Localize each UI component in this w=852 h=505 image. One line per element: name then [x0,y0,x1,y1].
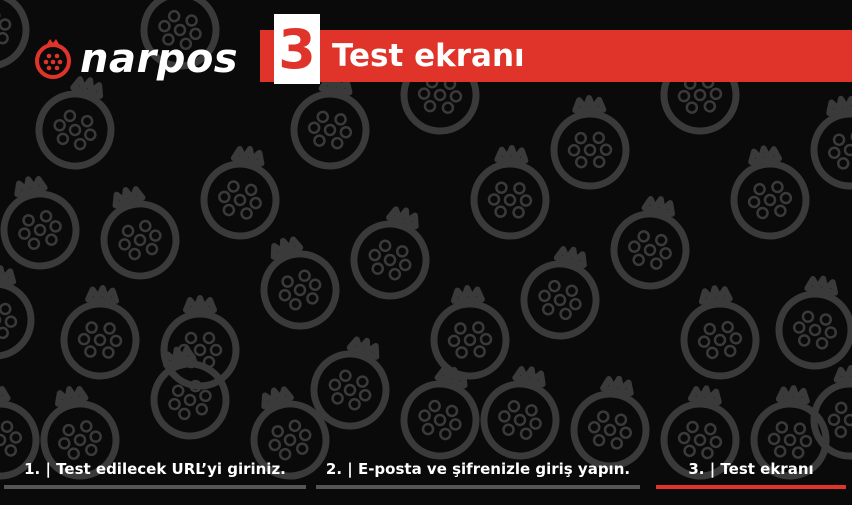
pomegranate-icon [810,95,852,190]
brand-name: narpos [80,36,239,82]
pomegranate-icon [775,275,852,370]
pomegranate-icon [160,295,240,390]
pomegranate-icon [470,145,550,240]
step-3-label: 3. | Test ekranı [688,460,814,478]
pomegranate-icon [150,346,230,440]
pomegranate-icon [610,196,690,290]
pomegranate-icon [480,366,560,460]
pomegranate-icon [100,186,180,280]
pomegranate-icon [0,176,80,270]
pomegranate-icon [35,39,71,79]
pomegranate-icon [730,145,810,240]
pomegranate-icon [350,206,430,300]
step-2-label: 2. | E-posta ve şifrenizle giriş yapın. [325,460,631,478]
pomegranate-icon [60,285,140,380]
page-title: Test ekranı [332,38,525,74]
pomegranate-icon [0,265,35,360]
step-2-indicator[interactable]: 2. | E-posta ve şifrenizle giriş yapın. [316,458,640,494]
narpos-logo: narpos [34,38,238,80]
pomegranate-icon [810,365,852,460]
pomegranate-icon [200,145,280,240]
pomegranate-icon [430,285,510,380]
pomegranate-icon [570,375,650,470]
step-1-label: 1. | Test edilecek URL’yi giriniz. [24,460,286,478]
pomegranate-icon [0,0,30,70]
step-3-bar [656,485,846,489]
step-2-bar [316,485,640,489]
pomegranate-icon [35,76,115,170]
step-number-badge: 3 [274,14,320,84]
pomegranate-icon [550,95,630,190]
step-3-indicator[interactable]: 3. | Test ekranı [656,458,846,494]
step-1-indicator[interactable]: 1. | Test edilecek URL’yi giriniz. [4,458,306,494]
step-progress-nav: 1. | Test edilecek URL’yi giriniz. 2. | … [0,458,852,494]
step-1-bar [4,485,306,489]
pomegranate-icon [290,75,370,170]
pomegranate-icon [520,246,600,340]
pomegranate-icon [260,236,340,330]
pomegranate-icon [680,285,760,380]
